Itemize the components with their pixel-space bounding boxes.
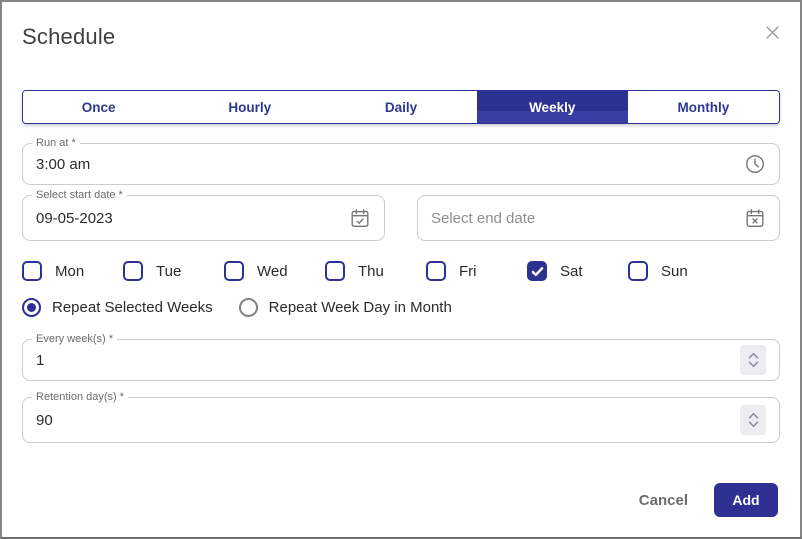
weekday-label: Thu — [358, 263, 384, 280]
retention-days-label: Retention day(s) * — [32, 390, 128, 404]
schedule-dialog: Schedule Once Hourly Daily Weekly Monthl… — [0, 0, 802, 539]
weekday-label: Wed — [257, 263, 288, 280]
checkbox-icon[interactable] — [224, 261, 244, 281]
weekday-label: Sat — [560, 263, 583, 280]
calendar-x-icon[interactable] — [744, 207, 766, 229]
dialog-title: Schedule — [22, 24, 780, 50]
repeat-mode-radio-group: Repeat Selected Weeks Repeat Week Day in… — [22, 297, 780, 317]
add-button[interactable]: Add — [714, 483, 778, 517]
weekday-checkbox-tue[interactable]: Tue — [123, 261, 224, 281]
tab-monthly[interactable]: Monthly — [628, 91, 779, 123]
close-icon — [765, 25, 780, 43]
weekday-checkbox-sun[interactable]: Sun — [628, 261, 729, 281]
every-weeks-label: Every week(s) * — [32, 332, 117, 346]
radio-selected-icon[interactable] — [22, 298, 41, 317]
weekday-label: Tue — [156, 263, 181, 280]
radio-unselected-icon[interactable] — [239, 298, 258, 317]
tab-once[interactable]: Once — [23, 91, 174, 123]
chevron-down-icon — [748, 361, 759, 368]
run-at-value: 3:00 am — [36, 156, 90, 173]
weekday-label: Mon — [55, 263, 84, 280]
date-range-row: Select start date * 09-05-2023 Select en… — [22, 195, 780, 241]
weekday-label: Sun — [661, 263, 688, 280]
every-weeks-value: 1 — [36, 352, 44, 369]
weekday-label: Fri — [459, 263, 477, 280]
start-date-field[interactable]: Select start date * 09-05-2023 — [22, 195, 385, 241]
chevron-down-icon — [748, 421, 759, 428]
end-date-placeholder: Select end date — [431, 210, 535, 227]
calendar-check-icon[interactable] — [349, 207, 371, 229]
radio-repeat-week-day-in-month[interactable]: Repeat Week Day in Month — [239, 298, 452, 317]
weekday-checkbox-fri[interactable]: Fri — [426, 261, 527, 281]
cancel-button[interactable]: Cancel — [639, 492, 688, 509]
weekday-checkbox-thu[interactable]: Thu — [325, 261, 426, 281]
checkbox-icon[interactable] — [325, 261, 345, 281]
tab-hourly[interactable]: Hourly — [174, 91, 325, 123]
clock-icon[interactable] — [744, 153, 766, 175]
chevron-up-icon — [748, 352, 759, 359]
run-at-label: Run at * — [32, 136, 80, 150]
tab-daily[interactable]: Daily — [325, 91, 476, 123]
weekday-checkbox-mon[interactable]: Mon — [22, 261, 123, 281]
checkbox-icon[interactable] — [123, 261, 143, 281]
chevron-up-icon — [748, 412, 759, 419]
schedule-frequency-tabs: Once Hourly Daily Weekly Monthly — [22, 90, 780, 124]
weekday-checkbox-sat[interactable]: Sat — [527, 261, 628, 281]
every-weeks-field[interactable]: Every week(s) * 1 — [22, 339, 780, 381]
tab-weekly[interactable]: Weekly — [477, 91, 628, 123]
dialog-footer: Cancel Add — [639, 483, 778, 517]
start-date-value: 09-05-2023 — [36, 210, 113, 227]
retention-days-stepper[interactable] — [740, 405, 766, 435]
close-button[interactable] — [762, 24, 782, 44]
retention-days-field[interactable]: Retention day(s) * 90 — [22, 397, 780, 443]
end-date-field[interactable]: Select end date — [417, 195, 780, 241]
weekday-checkbox-wed[interactable]: Wed — [224, 261, 325, 281]
run-at-field[interactable]: Run at * 3:00 am — [22, 143, 780, 185]
radio-repeat-selected-weeks[interactable]: Repeat Selected Weeks — [22, 298, 213, 317]
checkbox-checked-icon[interactable] — [527, 261, 547, 281]
weekday-checkbox-row: Mon Tue Wed Thu Fri Sat Sun — [22, 259, 780, 283]
every-weeks-stepper[interactable] — [740, 345, 766, 375]
start-date-label: Select start date * — [32, 188, 127, 202]
checkbox-icon[interactable] — [628, 261, 648, 281]
radio-label: Repeat Week Day in Month — [269, 299, 452, 316]
checkbox-icon[interactable] — [22, 261, 42, 281]
radio-label: Repeat Selected Weeks — [52, 299, 213, 316]
retention-days-value: 90 — [36, 412, 53, 429]
checkbox-icon[interactable] — [426, 261, 446, 281]
